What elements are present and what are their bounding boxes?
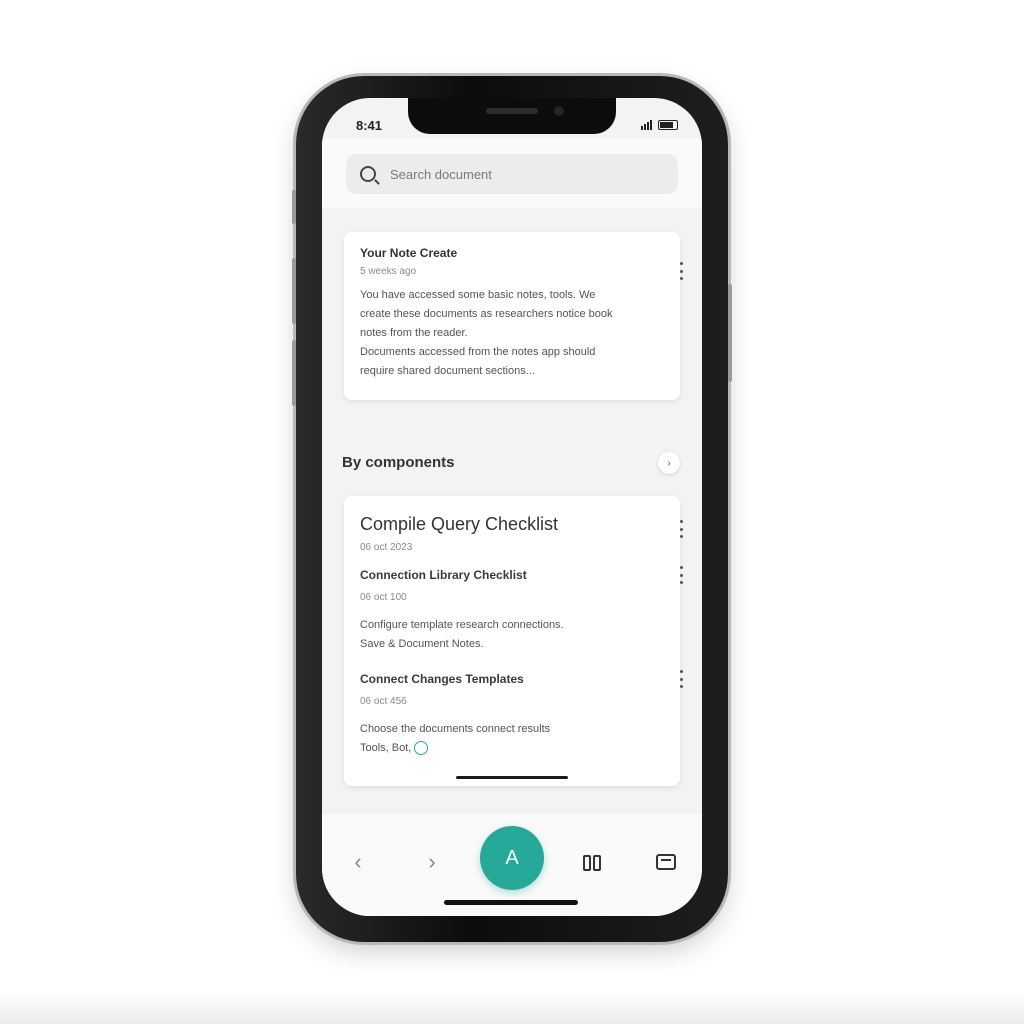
list-item-meta: 06 oct 100 — [360, 592, 407, 603]
kebab-menu-icon[interactable] — [674, 670, 688, 688]
power-button — [728, 284, 732, 382]
section-action-button[interactable]: › — [658, 452, 680, 474]
components-card[interactable]: Compile Query Checklist 06 oct 2023 Conn… — [344, 496, 683, 786]
back-button[interactable]: ‹ — [336, 840, 380, 884]
scroll-handle — [456, 776, 568, 779]
floor-shadow — [0, 990, 1024, 1024]
home-indicator[interactable] — [444, 900, 578, 905]
search-icon — [360, 166, 376, 182]
list-item-meta: 06 oct 456 — [360, 696, 407, 707]
tabs-button[interactable] — [644, 840, 688, 884]
app-header — [322, 138, 702, 208]
note-card[interactable]: Your Note Create 5 weeks ago You have ac… — [344, 232, 683, 400]
bottom-nav: ‹ › A — [322, 814, 702, 916]
body-line-text: Tools, Bot, — [360, 742, 412, 754]
search-bar[interactable] — [346, 154, 678, 194]
earpiece-speaker — [486, 108, 538, 114]
list-item-title: Connection Library Checklist — [360, 568, 527, 582]
stage: 8:41 Your Note Create 5 weeks ago You ha… — [0, 0, 1024, 1024]
signal-icon — [641, 120, 652, 130]
body-line: Save & Document Notes. — [360, 638, 484, 650]
list-item-body: Configure template research connections.… — [360, 616, 660, 654]
list-item-body: Choose the documents connect results Too… — [360, 720, 660, 758]
search-input[interactable] — [388, 165, 652, 183]
body-line: Tools, Bot, — [360, 739, 660, 758]
body-line: Documents accessed from the notes app sh… — [360, 346, 596, 358]
note-card-body: You have accessed some basic notes, tool… — [360, 286, 666, 381]
forward-button[interactable]: › — [410, 840, 454, 884]
phone-screen: 8:41 Your Note Create 5 weeks ago You ha… — [322, 98, 702, 916]
body-line: require shared document sections... — [360, 365, 535, 377]
battery-icon — [658, 120, 678, 130]
kebab-menu-icon[interactable] — [674, 566, 688, 584]
tabs-icon — [656, 854, 676, 870]
body-line: notes from the reader. — [360, 327, 468, 339]
chevron-left-icon: ‹ — [354, 849, 362, 874]
volume-up-button — [292, 258, 296, 324]
body-line: Choose the documents connect results — [360, 723, 551, 735]
list-item-title: Connect Changes Templates — [360, 672, 524, 686]
volume-down-button — [292, 340, 296, 406]
status-icons — [641, 120, 678, 130]
components-card-meta: 06 oct 2023 — [360, 542, 413, 553]
kebab-menu-icon[interactable] — [674, 520, 688, 538]
notch — [408, 98, 616, 134]
status-time: 8:41 — [356, 118, 383, 133]
body-line: Configure template research connections. — [360, 619, 564, 631]
mute-switch — [292, 190, 296, 224]
components-card-title: Compile Query Checklist — [360, 514, 559, 534]
note-card-meta: 5 weeks ago — [360, 266, 417, 277]
chevron-right-icon: › — [428, 849, 436, 874]
book-icon — [583, 855, 601, 871]
body-line: You have accessed some basic notes, tool… — [360, 289, 596, 301]
kebab-menu-icon[interactable] — [674, 262, 688, 280]
plus-circle-icon[interactable] — [414, 741, 429, 756]
bookmarks-button[interactable] — [570, 840, 614, 884]
body-line: create these documents as researchers no… — [360, 308, 613, 320]
section-title: By components — [342, 454, 455, 471]
note-card-title: Your Note Create — [360, 246, 458, 260]
chevron-right-icon: › — [667, 457, 671, 469]
front-camera — [554, 106, 564, 116]
fab-button[interactable]: A — [480, 826, 544, 890]
